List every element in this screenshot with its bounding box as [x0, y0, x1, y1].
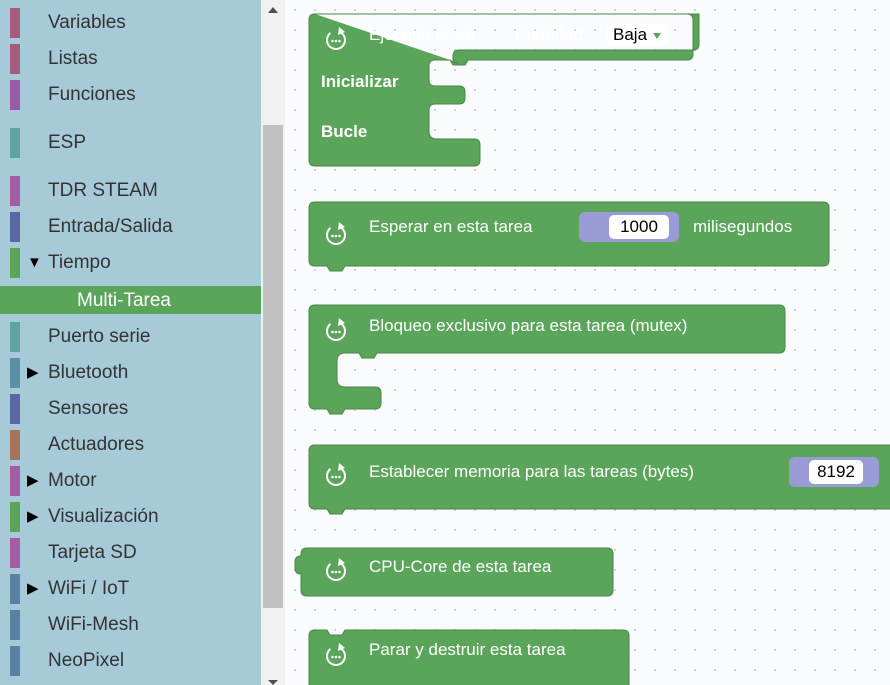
sidebar-item-label: Motor — [48, 470, 97, 491]
sidebar-item-label: Visualización — [48, 506, 159, 527]
task-refresh-icon — [326, 27, 346, 50]
sidebar-item-label: WiFi-Mesh — [48, 614, 139, 635]
scroll-up-arrow-icon[interactable] — [261, 0, 285, 20]
collapsed-arrow-icon[interactable]: ▶ — [27, 358, 39, 388]
category-color-stripe — [10, 44, 20, 74]
category-color-stripe — [10, 430, 20, 460]
blocks-workspace[interactable]: Ejecutar tarea Prioridad Baja Inicializa… — [285, 0, 890, 685]
wait-block[interactable]: Esperar en esta tarea 1000 milisegundos — [308, 201, 830, 272]
task-refresh-icon — [326, 643, 346, 666]
sidebar-item-tarjeta-sd[interactable]: Tarjeta SD — [0, 538, 261, 568]
sidebar-item-label: ESP — [48, 132, 87, 153]
expanded-arrow-icon[interactable]: ▼ — [27, 248, 42, 278]
category-color-stripe — [10, 128, 20, 158]
sidebar-item-entrada-salida[interactable]: Entrada/Salida — [0, 212, 261, 242]
task-refresh-icon — [326, 222, 346, 245]
category-color-stripe — [10, 394, 20, 424]
wait-value-field[interactable]: 1000 — [609, 215, 669, 239]
category-color-stripe — [10, 574, 20, 604]
run-task-title: Ejecutar tarea — [369, 25, 475, 44]
category-color-stripe — [10, 646, 20, 676]
wait-label: Esperar en esta tarea — [369, 217, 533, 236]
sidebar-item-visualizaci-n[interactable]: ▶ Visualización — [0, 502, 261, 532]
category-color-stripe — [10, 466, 20, 496]
sidebar-item-label: Tarjeta SD — [48, 542, 137, 563]
category-color-stripe — [10, 212, 20, 242]
dropdown-caret-icon — [653, 32, 662, 39]
sidebar-item-multi-tarea[interactable]: Multi-Tarea — [0, 286, 261, 314]
sidebar-item-label: NeoPixel — [48, 650, 125, 671]
wait-unit-label: milisegundos — [693, 217, 793, 236]
category-color-stripe — [10, 8, 20, 38]
collapsed-arrow-icon[interactable]: ▶ — [27, 574, 39, 604]
sidebar-item-variables[interactable]: Variables — [0, 8, 261, 38]
sidebar-item-label: Sensores — [48, 398, 129, 419]
sidebar-item-wifi-iot[interactable]: ▶ WiFi / IoT — [0, 574, 261, 604]
init-label: Inicializar — [321, 72, 399, 91]
sidebar-item-actuadores[interactable]: Actuadores — [0, 430, 261, 460]
sidebar-item-funciones[interactable]: Funciones — [0, 80, 261, 110]
collapsed-arrow-icon[interactable]: ▶ — [27, 466, 39, 496]
task-refresh-icon — [326, 463, 346, 486]
mutex-block[interactable]: Bloqueo exclusivo para esta tarea (mutex… — [308, 304, 786, 415]
run-task-block[interactable]: Ejecutar tarea Prioridad Baja Inicializa… — [308, 13, 700, 167]
sidebar-item-label: Bluetooth — [48, 362, 129, 383]
task-refresh-icon — [326, 318, 346, 341]
priority-dropdown-value: Baja — [613, 25, 648, 44]
sidebar-item-label: Entrada/Salida — [48, 216, 173, 237]
scrollbar-thumb[interactable] — [263, 125, 283, 608]
sidebar-item-bluetooth[interactable]: ▶ Bluetooth — [0, 358, 261, 388]
sidebar-item-listas[interactable]: Listas — [0, 44, 261, 74]
category-color-stripe — [10, 358, 20, 388]
toolbox-scrollbar[interactable] — [261, 0, 285, 685]
sidebar-item-wifi-mesh[interactable]: WiFi-Mesh — [0, 610, 261, 640]
task-refresh-icon — [326, 558, 346, 581]
category-color-stripe — [10, 322, 20, 352]
mutex-label: Bloqueo exclusivo para esta tarea (mutex… — [369, 316, 688, 335]
collapsed-arrow-icon[interactable]: ▶ — [27, 502, 39, 532]
sidebar-item-label: Multi-Tarea — [77, 290, 171, 311]
priority-dropdown[interactable]: Baja — [607, 24, 668, 46]
sidebar-item-label: TDR STEAM — [48, 180, 158, 201]
sidebar-item-tiempo[interactable]: ▼ Tiempo — [0, 248, 261, 278]
cpu-core-block[interactable]: CPU-Core de esta tarea — [294, 547, 614, 597]
sidebar-item-puerto-serie[interactable]: Puerto serie — [0, 322, 261, 352]
memory-value-field[interactable]: 8192 — [809, 460, 863, 484]
sidebar-item-label: Actuadores — [48, 434, 145, 455]
category-color-stripe — [10, 538, 20, 568]
stop-task-block[interactable]: Parar y destruir esta tarea — [308, 629, 630, 685]
scroll-down-arrow-icon[interactable] — [261, 677, 285, 685]
cpu-core-label: CPU-Core de esta tarea — [369, 557, 552, 576]
priority-label: Prioridad — [515, 25, 584, 44]
sidebar-item-label: Tiempo — [48, 252, 111, 273]
sidebar-item-label: Listas — [48, 48, 98, 69]
category-color-stripe — [10, 610, 20, 640]
sidebar-item-tdr-steam[interactable]: TDR STEAM — [0, 176, 261, 206]
sidebar-item-esp[interactable]: ESP — [0, 128, 261, 158]
sidebar-item-label: Puerto serie — [48, 326, 151, 347]
sidebar-item-label: Variables — [48, 12, 126, 33]
category-color-stripe — [10, 176, 20, 206]
sidebar-item-label: WiFi / IoT — [48, 578, 130, 599]
sidebar-item-neopixel[interactable]: NeoPixel — [0, 646, 261, 676]
category-color-stripe — [10, 80, 20, 110]
sidebar-item-sensores[interactable]: Sensores — [0, 394, 261, 424]
sidebar-item-motor[interactable]: ▶ Motor — [0, 466, 261, 496]
category-color-stripe — [10, 248, 20, 278]
memory-label: Establecer memoria para las tareas (byte… — [369, 462, 695, 481]
toolbox-sidebar: Variables Listas Funciones ESP TDR STEAM Entr… — [0, 0, 261, 685]
sidebar-item-label: Funciones — [48, 84, 136, 105]
loop-label: Bucle — [321, 122, 368, 141]
stop-task-label: Parar y destruir esta tarea — [369, 640, 566, 659]
set-memory-block[interactable]: Establecer memoria para las tareas (byte… — [308, 444, 890, 515]
category-color-stripe — [10, 502, 20, 532]
